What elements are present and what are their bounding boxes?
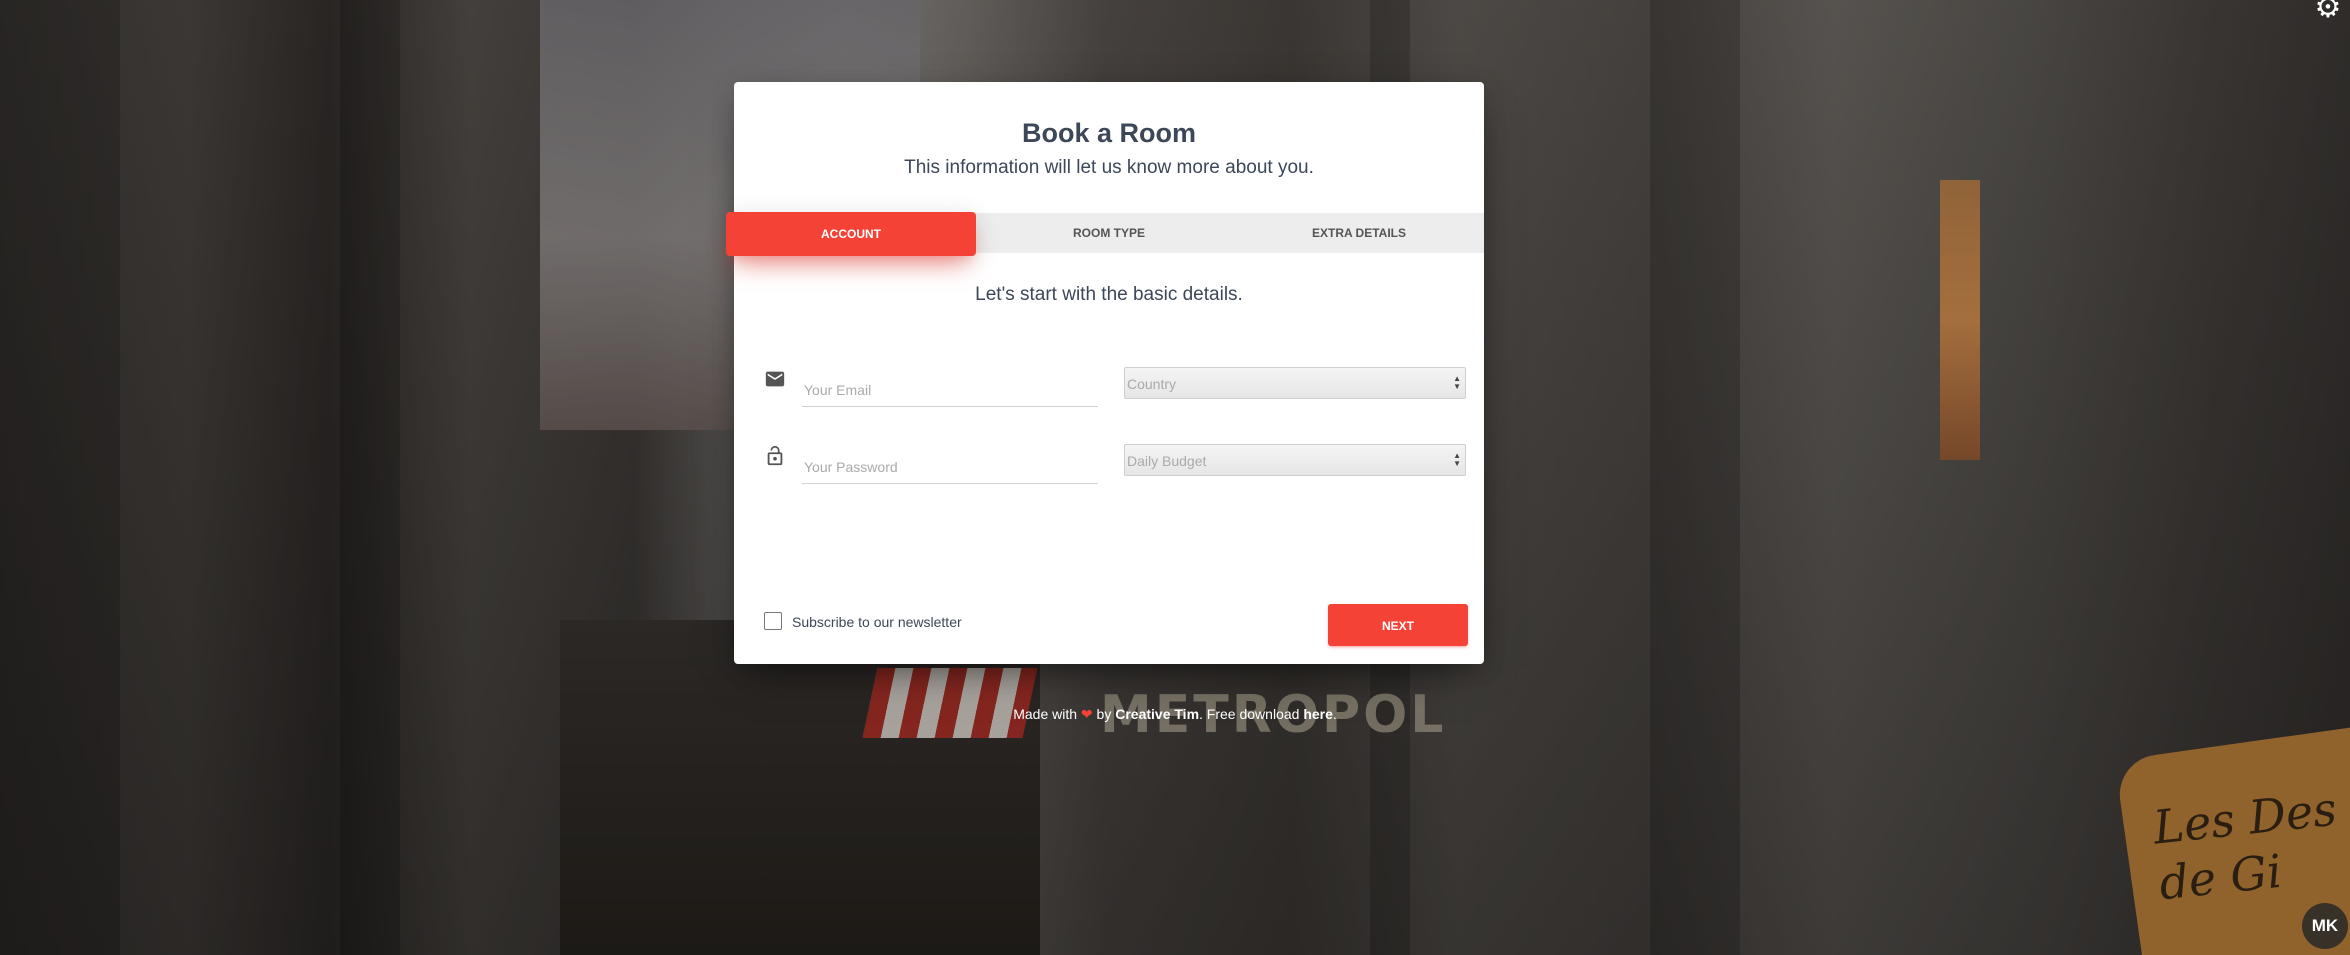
email-field[interactable] — [802, 374, 1098, 407]
password-field[interactable] — [802, 451, 1098, 484]
country-select-value: Country — [1127, 376, 1177, 392]
select-arrows-icon: ▲ ▼ — [1453, 451, 1461, 468]
wizard-card: Book a Room This information will let us… — [726, 82, 1484, 664]
next-button[interactable]: NEXT — [1328, 604, 1468, 646]
footer-by: by — [1096, 706, 1112, 722]
newsletter-checkbox[interactable] — [764, 612, 782, 630]
footer-free-download: . Free download — [1199, 706, 1300, 722]
avatar[interactable]: MK — [2302, 903, 2348, 949]
tab-account-active-indicator[interactable]: ACCOUNT — [726, 212, 976, 256]
tab-extra-details[interactable]: EXTRA DETAILS — [1234, 213, 1484, 253]
footer-end: . — [1332, 706, 1337, 722]
footer-here-link[interactable]: here — [1303, 706, 1333, 722]
gear-icon[interactable]: ⚙ — [2314, 0, 2342, 23]
footer-made-with: Made with — [1013, 706, 1078, 722]
select-arrows-icon: ▲ ▼ — [1453, 374, 1461, 391]
daily-budget-select-value: Daily Budget — [1127, 453, 1207, 469]
footer-credits: Made with ❤ by Creative Tim. Free downlo… — [0, 706, 2350, 723]
country-select[interactable]: Country ▲ ▼ — [1124, 367, 1466, 399]
daily-budget-select[interactable]: Daily Budget ▲ ▼ — [1124, 444, 1466, 476]
newsletter-label[interactable]: Subscribe to our newsletter — [792, 614, 962, 630]
footer-brand-link[interactable]: Creative Tim — [1115, 706, 1199, 722]
step-lead-text: Let's start with the basic details. — [975, 284, 1243, 305]
tab-room-type[interactable]: ROOM TYPE — [984, 213, 1234, 253]
envelope-icon — [764, 368, 788, 392]
wizard-subtitle: This information will let us know more a… — [904, 157, 1314, 178]
wizard-title: Book a Room — [1021, 118, 1196, 148]
heart-icon: ❤ — [1080, 706, 1093, 722]
lock-icon — [764, 445, 788, 469]
